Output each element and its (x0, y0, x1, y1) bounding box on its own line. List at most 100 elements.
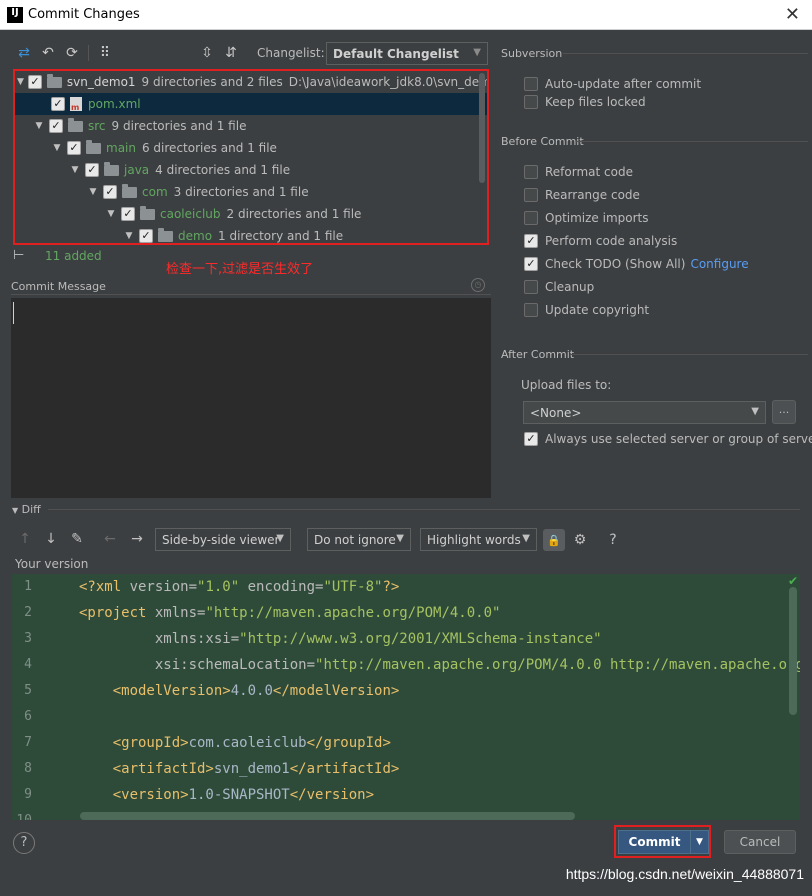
commit-message-input[interactable] (11, 298, 491, 498)
chevron-down-icon: ▼ (396, 533, 404, 544)
auto-update-option[interactable]: ✓ Auto-update after commit (524, 77, 701, 91)
prev-diff-icon[interactable]: ↑ (14, 528, 36, 550)
checkbox[interactable]: ✓ (524, 257, 538, 271)
code-token: "1.0" (197, 579, 248, 595)
configure-link[interactable]: Configure (690, 257, 748, 271)
section-divider (570, 354, 808, 355)
expand-triangle-icon[interactable]: ▼ (123, 231, 135, 241)
checkbox[interactable]: ✓ (524, 77, 538, 91)
commit-button[interactable]: Commit (618, 830, 691, 854)
upload-server-select[interactable]: <None> ▼ (523, 401, 766, 424)
cleanup-option[interactable]: ✓ Cleanup (524, 280, 594, 294)
tree-row-src[interactable]: ▼ ✓ src 9 directories and 1 file (15, 115, 487, 137)
always-use-server-option[interactable]: ✓ Always use selected server or group of… (524, 432, 812, 446)
code-token: xmlns:xsi= (79, 631, 240, 647)
keep-locked-option[interactable]: ✓ Keep files locked (524, 95, 646, 109)
checkbox[interactable]: ✓ (524, 234, 538, 248)
tree-row-com[interactable]: ▼ ✓ com 3 directories and 1 file (15, 181, 487, 203)
cancel-button[interactable]: Cancel (724, 830, 796, 854)
code-line: 1 <?xml version="1.0" encoding="UTF-8"?> (12, 574, 800, 600)
section-divider (11, 294, 491, 295)
editor-vertical-scrollbar[interactable] (789, 587, 797, 715)
group-by-icon[interactable]: ⠿ (93, 42, 117, 64)
tree-checkbox[interactable]: ✓ (27, 75, 42, 89)
section-divider (576, 141, 808, 142)
browse-servers-button[interactable]: ... (772, 400, 796, 424)
line-number: 3 (24, 631, 32, 646)
reformat-code-option[interactable]: ✓ Reformat code (524, 165, 633, 179)
refresh-icon[interactable]: ⟳ (60, 42, 84, 64)
changelist-select[interactable]: Default Changelist ▼ (326, 42, 488, 65)
tree-checkbox[interactable]: ✓ (49, 119, 63, 133)
checkbox[interactable]: ✓ (524, 303, 538, 317)
code-token: </artifactId> (289, 761, 400, 777)
code-line: 4 xsi:schemaLocation="http://maven.apach… (12, 652, 800, 678)
collapse-triangle-icon[interactable]: ▼ (12, 506, 18, 515)
tree-scrollbar[interactable] (479, 73, 485, 183)
code-token: <modelVersion> (112, 683, 231, 699)
expand-triangle-icon[interactable]: ▼ (105, 209, 117, 219)
tree-checkbox[interactable]: ✓ (103, 185, 117, 199)
checkbox[interactable]: ✓ (524, 432, 538, 446)
tree-row-java[interactable]: ▼ ✓ java 4 directories and 1 file (15, 159, 487, 181)
tree-checkbox[interactable]: ✓ (121, 207, 135, 221)
changes-tree: ▼ ✓ svn_demo1 9 directories and 2 files … (13, 69, 489, 245)
expand-triangle-icon[interactable]: ▼ (51, 143, 63, 153)
expand-all-icon[interactable]: ⇳ (195, 42, 219, 64)
diff-editor[interactable]: 1 <?xml version="1.0" encoding="UTF-8"?> 2… (12, 574, 800, 820)
show-diff-icon[interactable]: ⇄ (12, 42, 36, 64)
commit-highlight-box: Commit ▼ (614, 825, 711, 858)
section-divider (48, 509, 800, 510)
close-icon[interactable]: ✕ (785, 4, 800, 25)
checkbox[interactable]: ✓ (524, 280, 538, 294)
rollback-icon[interactable]: ↶ (36, 42, 60, 64)
tree-row-pom-xml[interactable]: ✓ pom.xml (15, 93, 487, 115)
option-label: Always use selected server or group of s… (545, 432, 812, 446)
ignore-whitespace-select[interactable]: Do not ignore ▼ (307, 528, 411, 551)
tree-checkbox[interactable]: ✓ (139, 229, 153, 243)
intellij-icon: IJ (7, 6, 23, 23)
diff-help-icon[interactable]: ? (602, 529, 624, 551)
viewer-mode-select[interactable]: Side-by-side viewer ▼ (155, 528, 291, 551)
rearrange-code-option[interactable]: ✓ Rearrange code (524, 188, 640, 202)
expand-triangle-icon[interactable]: ▼ (69, 165, 81, 175)
next-diff-icon[interactable]: ↓ (40, 528, 62, 550)
line-number: 9 (24, 787, 32, 802)
tree-row-svn-demo1[interactable]: ▼ ✓ svn_demo1 9 directories and 2 files … (15, 71, 487, 93)
tree-checkbox[interactable]: ✓ (85, 163, 99, 177)
expand-triangle-icon[interactable]: ▼ (17, 77, 24, 87)
changes-toolbar: ⇄ ↶ ⟳ ⠿ ⇳ ⇵ (12, 42, 243, 64)
commit-options-dropdown[interactable]: ▼ (690, 830, 709, 854)
diff-header[interactable]: ▼ Diff (12, 503, 41, 516)
tree-checkbox[interactable]: ✓ (51, 97, 65, 111)
prev-file-icon[interactable]: ← (99, 528, 121, 550)
check-todo-option[interactable]: ✓ Check TODO (Show All) Configure (524, 257, 749, 271)
update-copyright-option[interactable]: ✓ Update copyright (524, 303, 649, 317)
editor-horizontal-scrollbar[interactable] (80, 812, 575, 820)
folder-icon (122, 183, 137, 198)
checkbox[interactable]: ✓ (524, 188, 538, 202)
lock-icon[interactable]: 🔒 (543, 529, 565, 551)
line-number: 8 (24, 761, 32, 776)
expand-triangle-icon[interactable]: ▼ (33, 121, 45, 131)
checkbox[interactable]: ✓ (524, 165, 538, 179)
history-clock-icon[interactable]: ◷ (471, 278, 485, 292)
checkbox[interactable]: ✓ (524, 95, 538, 109)
checkbox[interactable]: ✓ (524, 211, 538, 225)
collapse-all-icon[interactable]: ⇵ (219, 42, 243, 64)
optimize-imports-option[interactable]: ✓ Optimize imports (524, 211, 649, 225)
highlight-mode-select[interactable]: Highlight words ▼ (420, 528, 537, 551)
tree-row-caoleiclub[interactable]: ▼ ✓ caoleiclub 2 directories and 1 file (15, 203, 487, 225)
code-text: <version>1.0-SNAPSHOT</version> (79, 782, 374, 808)
code-token: "UTF-8" (323, 579, 383, 595)
tree-row-main[interactable]: ▼ ✓ main 6 directories and 1 file (15, 137, 487, 159)
settings-gear-icon[interactable]: ⚙ (569, 529, 591, 551)
edit-source-icon[interactable]: ✎ (66, 528, 88, 550)
code-analysis-option[interactable]: ✓ Perform code analysis (524, 234, 677, 248)
tree-checkbox[interactable]: ✓ (67, 141, 81, 155)
next-file-icon[interactable]: → (126, 528, 148, 550)
tree-row-demo[interactable]: ▼ ✓ demo 1 directory and 1 file (15, 225, 487, 243)
expand-triangle-icon[interactable]: ▼ (87, 187, 99, 197)
help-button[interactable]: ? (13, 832, 35, 854)
tree-node-name: svn_demo1 (66, 75, 136, 89)
